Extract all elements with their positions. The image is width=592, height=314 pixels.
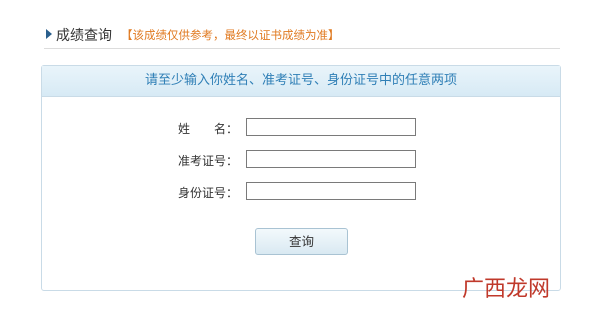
disclaimer-note: 【该成绩仅供参考，最终以证书成绩为准】: [121, 28, 340, 42]
exam-id-label: 准考证号：: [177, 154, 238, 168]
query-button[interactable]: 查询: [255, 228, 348, 255]
site-watermark: 广西龙网: [462, 277, 551, 302]
name-input[interactable]: [246, 118, 416, 136]
section-header: 成绩查询 【该成绩仅供参考，最终以证书成绩为准】: [44, 24, 560, 49]
exam-id-row: 准考证号：: [42, 150, 560, 170]
id-card-row: 身份证号：: [42, 182, 560, 202]
query-panel: 请至少输入你姓名、准考证号、身份证号中的任意两项 姓 名： 准考证号： 身份证号…: [41, 65, 561, 291]
section-title: 成绩查询: [56, 28, 112, 44]
triangle-bullet-icon: [46, 29, 52, 39]
id-card-label: 身份证号：: [177, 186, 238, 200]
name-row: 姓 名：: [42, 118, 560, 138]
id-card-input[interactable]: [246, 182, 416, 200]
name-label: 姓 名：: [177, 122, 238, 136]
exam-id-input[interactable]: [246, 150, 416, 168]
panel-heading: 请至少输入你姓名、准考证号、身份证号中的任意两项: [42, 66, 560, 97]
